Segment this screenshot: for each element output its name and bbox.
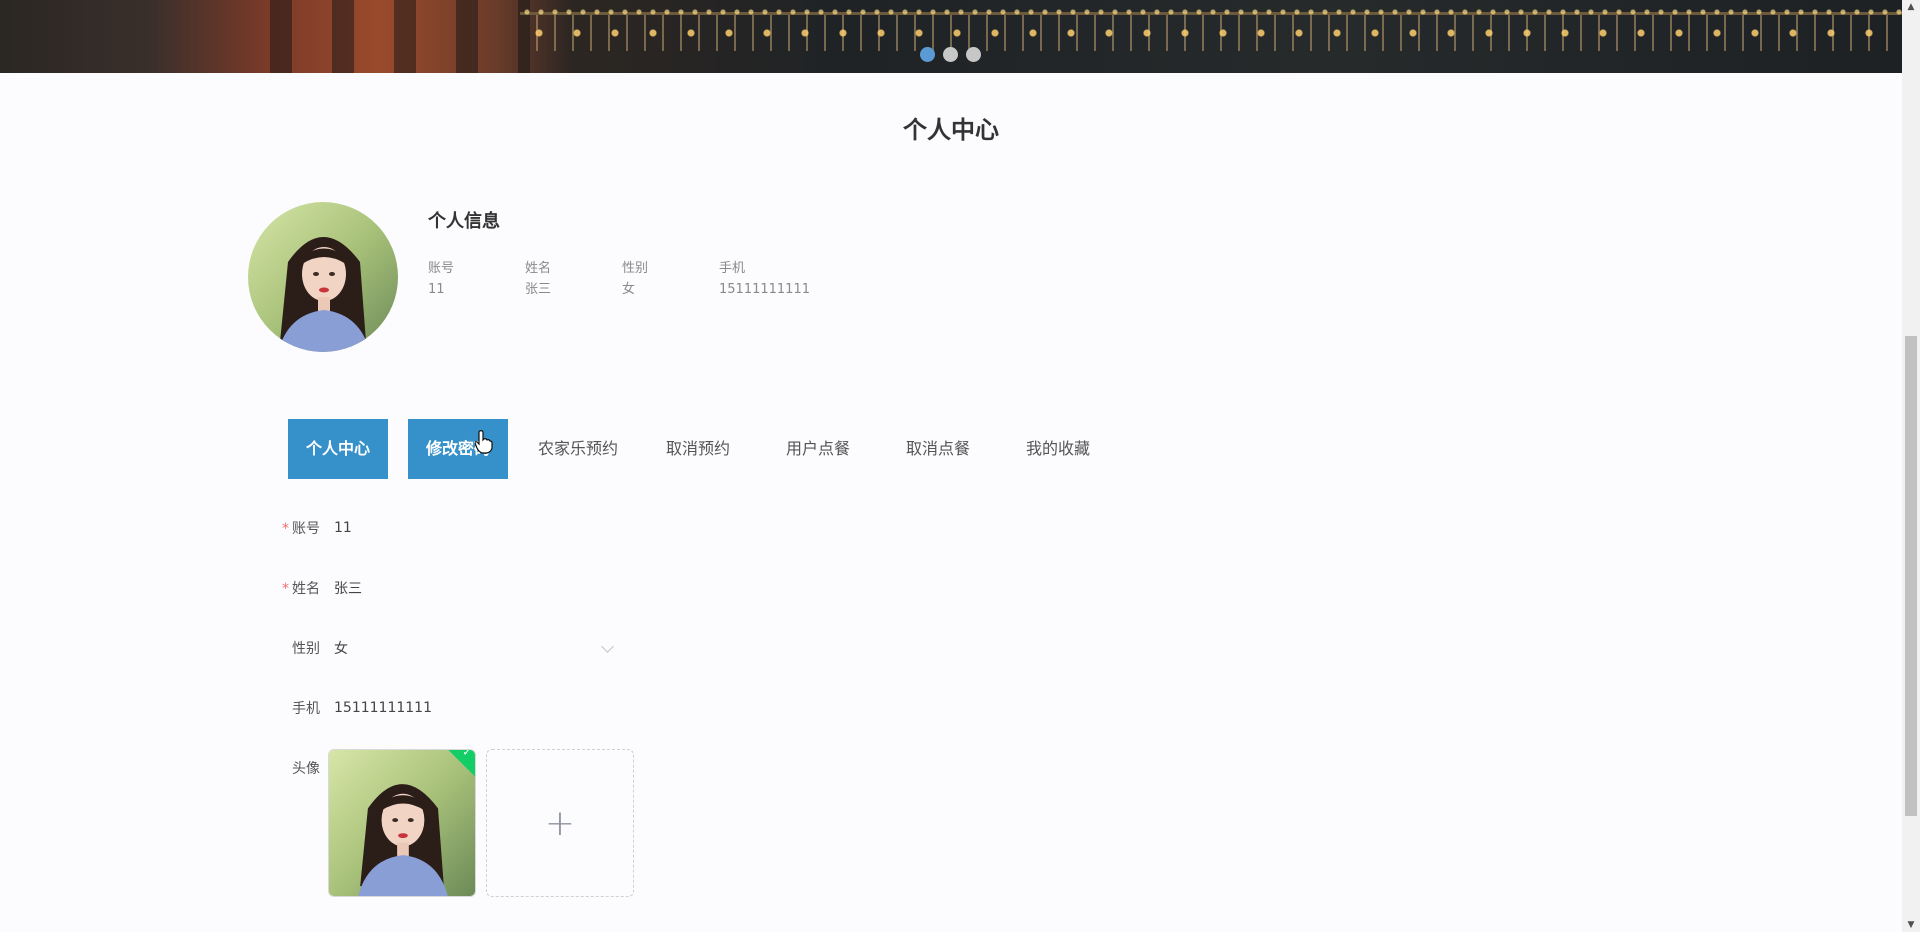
name-field[interactable]: 张三 (334, 578, 362, 598)
account-label: * 账号 (282, 521, 320, 537)
tab-user-order[interactable]: 用户点餐 (768, 419, 868, 479)
form-row-account: * 账号 11 (270, 508, 352, 548)
carousel-indicators (920, 47, 981, 62)
profile-avatar (248, 202, 398, 352)
name-label: * 姓名 (282, 581, 320, 597)
tab-farmhouse-booking[interactable]: 农家乐预约 (528, 419, 628, 479)
uploaded-avatar-image (329, 750, 475, 896)
profile-info-phone: 手机 15111111111 (719, 258, 839, 300)
tab-cancel-order[interactable]: 取消点餐 (888, 419, 988, 479)
avatar-label: 头像 (292, 761, 320, 777)
profile-info-label: 姓名 (525, 261, 552, 276)
profile-info-label: 账号 (428, 261, 455, 276)
carousel-dot-1[interactable] (920, 47, 935, 62)
tab-personal-center[interactable]: 个人中心 (288, 419, 388, 479)
gender-label: 性别 (292, 641, 320, 657)
profile-info-grid: 账号 11 姓名 张三 性别 女 手机 15111111111 (428, 258, 839, 300)
tab-cancel-booking[interactable]: 取消预约 (648, 419, 748, 479)
uploaded-avatar-thumbnail[interactable]: ✓ (328, 749, 476, 897)
phone-field[interactable]: 15111111111 (334, 700, 432, 716)
scroll-up-arrow-icon[interactable]: ▲ (1902, 0, 1920, 14)
banner-carousel[interactable] (0, 0, 1902, 73)
required-star: * (282, 521, 289, 537)
profile-info-value: 11 (428, 282, 445, 297)
required-star: * (282, 581, 289, 597)
gender-select[interactable]: 女 (334, 638, 614, 658)
tab-my-favorites[interactable]: 我的收藏 (1008, 419, 1108, 479)
account-field[interactable]: 11 (334, 520, 352, 536)
scroll-down-arrow-icon[interactable]: ▼ (1902, 918, 1920, 932)
profile-info-name: 姓名 张三 (525, 258, 622, 300)
scrollbar-thumb[interactable] (1905, 336, 1917, 816)
profile-info-label: 手机 (719, 261, 746, 276)
profile-info-gender: 性别 女 (622, 258, 719, 300)
banner-image-lights-upper (520, 8, 1902, 16)
profile-info-value: 15111111111 (719, 282, 810, 297)
form-row-name: * 姓名 张三 (270, 568, 362, 608)
form-row-gender: 性别 女 (270, 628, 614, 668)
avatar-upload: ✓ + (328, 749, 634, 897)
profile-info-label: 性别 (622, 261, 649, 276)
profile-info-value: 女 (622, 282, 636, 297)
carousel-dot-2[interactable] (943, 47, 958, 62)
chevron-down-icon (601, 639, 614, 653)
profile-info-account: 账号 11 (428, 258, 525, 300)
banner-image-windows (230, 0, 530, 73)
check-icon: ✓ (462, 749, 472, 759)
profile-info-value: 张三 (525, 282, 552, 297)
phone-label: 手机 (292, 701, 320, 717)
banner-image-lights (520, 28, 1902, 38)
carousel-dot-3[interactable] (966, 47, 981, 62)
avatar-image (248, 202, 398, 352)
upload-add-button[interactable]: + (486, 749, 634, 897)
plus-icon: + (544, 802, 576, 844)
vertical-scrollbar[interactable]: ▲ ▼ (1902, 0, 1920, 932)
hand-pointer-icon (475, 430, 493, 454)
tab-change-password[interactable]: 修改密码 (408, 419, 508, 479)
page-title: 个人中心 (903, 116, 999, 144)
gender-select-value: 女 (334, 641, 348, 657)
form-row-phone: 手机 15111111111 (270, 688, 432, 728)
profile-tabs: 个人中心 修改密码 农家乐预约 取消预约 用户点餐 取消点餐 我的收藏 (288, 419, 1108, 479)
profile-section-title: 个人信息 (428, 211, 500, 232)
form-row-avatar: 头像 (270, 748, 334, 788)
